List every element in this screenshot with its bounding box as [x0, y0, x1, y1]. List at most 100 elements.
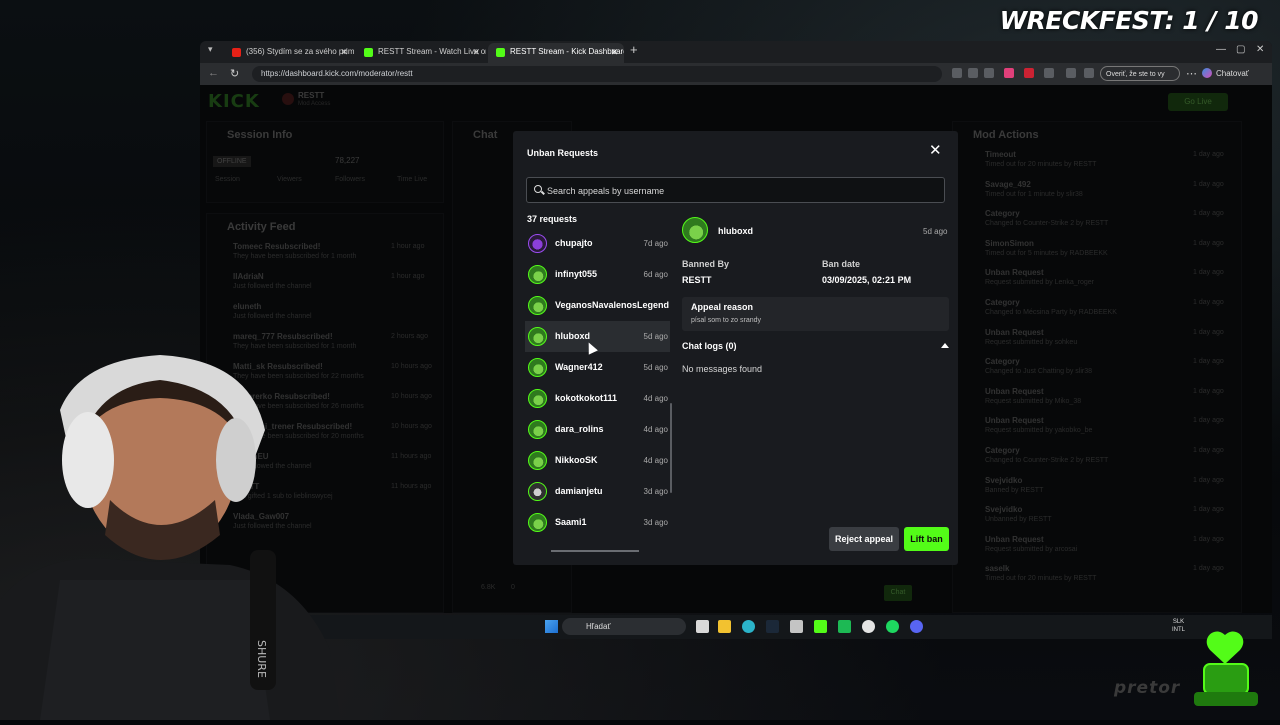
banned-by-value: RESTT	[682, 275, 712, 285]
request-username: NikkooSK	[555, 455, 598, 465]
request-username: kokotkokot111	[555, 393, 618, 403]
tab-kick-dashboard[interactable]: RESTT Stream - Kick Dashboard ✕	[488, 43, 624, 63]
detail-username: hluboxd	[718, 226, 753, 236]
profile-verify-button[interactable]: Overiť, že ste to vy	[1100, 66, 1180, 81]
reader-icon[interactable]	[968, 68, 978, 78]
user-avatar	[682, 217, 708, 243]
kick-icon	[364, 48, 373, 57]
file-explorer-icon[interactable]	[718, 620, 731, 633]
request-item[interactable]: chupajto 7d ago	[525, 228, 670, 259]
follower-mascot-icon	[1194, 631, 1258, 706]
game-counter-overlay: WRECKFEST: 1 / 10	[999, 6, 1259, 35]
ban-date-value: 03/09/2025, 02:21 PM	[822, 275, 912, 285]
back-icon[interactable]: ←	[208, 67, 219, 79]
request-item[interactable]: kokotkokot111 4d ago	[525, 383, 670, 414]
tab-label: RESTT Stream - Kick Dashboard	[510, 47, 624, 56]
request-count: 37 requests	[527, 214, 578, 224]
request-time: 4d ago	[643, 456, 668, 465]
watermark-logo: pretor	[1114, 678, 1181, 698]
request-item[interactable]: dara_rolins 4d ago	[525, 414, 670, 445]
lift-ban-button[interactable]: Lift ban	[904, 527, 949, 551]
search-box[interactable]	[526, 177, 945, 204]
spotify-icon[interactable]	[886, 620, 899, 633]
reload-icon[interactable]: ↻	[230, 67, 239, 80]
request-item[interactable]: Saami1 3d ago	[525, 507, 670, 538]
user-avatar	[528, 234, 547, 253]
chevron-up-icon[interactable]	[941, 343, 949, 348]
request-username: infinyt055	[555, 269, 598, 279]
request-time: 5d ago	[643, 332, 668, 341]
user-avatar	[528, 265, 547, 284]
copilot-chat-button[interactable]: Chatovať	[1202, 66, 1249, 81]
appeal-title: Appeal reason	[691, 302, 754, 312]
search-input[interactable]	[545, 178, 929, 204]
close-tab-icon[interactable]: ✕	[340, 43, 348, 61]
tab-youtube[interactable]: (356) Stydím se za svého primát... ✕	[224, 43, 354, 63]
kick-app-icon[interactable]	[814, 620, 827, 633]
close-tab-icon[interactable]: ✕	[610, 43, 618, 61]
close-tab-icon[interactable]: ✕	[472, 43, 480, 61]
translate-icon[interactable]	[952, 68, 962, 78]
list-scrollbar[interactable]	[670, 403, 672, 493]
user-avatar	[528, 296, 547, 315]
request-username: chupajto	[555, 238, 593, 248]
request-item[interactable]: damianjetu 3d ago	[525, 476, 670, 507]
app-icon[interactable]	[790, 620, 803, 633]
steam-icon[interactable]	[766, 620, 779, 633]
favorite-icon[interactable]	[984, 68, 994, 78]
request-time: 4d ago	[643, 425, 668, 434]
request-time: 3d ago	[643, 487, 668, 496]
refresh-extension-icon[interactable]	[1044, 68, 1054, 78]
tab-list-icon[interactable]: ▾	[208, 44, 213, 55]
chat-logs-header[interactable]: Chat logs (0)	[682, 341, 737, 351]
unban-requests-modal: Unban Requests ✕ 37 requests chupajto 7d…	[513, 131, 958, 565]
request-time: 4d ago	[643, 394, 668, 403]
url-field[interactable]: https://dashboard.kick.com/moderator/res…	[252, 66, 942, 82]
no-messages-text: No messages found	[682, 364, 763, 374]
extension-icon[interactable]	[1024, 68, 1034, 78]
new-tab-icon[interactable]: +	[630, 42, 638, 57]
windows-start-icon[interactable]	[545, 620, 558, 633]
maximize-icon[interactable]: ▢	[1236, 44, 1245, 55]
extension-icon[interactable]	[1004, 68, 1014, 78]
list-horizontal-scrollbar[interactable]	[551, 550, 639, 552]
taskbar-search[interactable]: Hľadať	[562, 618, 686, 635]
request-time: 7d ago	[643, 239, 668, 248]
request-username: Saami1	[555, 517, 587, 527]
user-avatar	[528, 327, 547, 346]
modal-title: Unban Requests	[527, 148, 599, 158]
appeal-reason-box: Appeal reason písal som to zo srandy	[682, 297, 949, 331]
task-view-icon[interactable]	[696, 620, 709, 633]
windows-taskbar: Hľadať SLK INTL	[200, 615, 1272, 639]
request-item[interactable]: infinyt055 6d ago	[525, 259, 670, 290]
banned-by-label: Banned By	[682, 259, 730, 269]
request-username: hluboxd	[555, 331, 590, 341]
close-window-icon[interactable]: ✕	[1256, 44, 1264, 55]
reject-appeal-button[interactable]: Reject appeal	[829, 527, 899, 551]
request-item[interactable]: Wagner412 5d ago	[525, 352, 670, 383]
request-username: damianjetu	[555, 486, 603, 496]
lang-code: SLK	[1172, 619, 1185, 625]
request-username: dara_rolins	[555, 424, 604, 434]
user-avatar	[528, 513, 547, 532]
more-icon[interactable]: ⋯	[1186, 67, 1197, 80]
close-icon[interactable]: ✕	[929, 143, 942, 159]
tab-kick-stream[interactable]: RESTT Stream - Watch Live on Kick ✕	[356, 43, 486, 63]
ban-date-label: Ban date	[822, 259, 861, 269]
tab-bar: ▾ (356) Stydím se za svého primát... ✕ R…	[200, 41, 1272, 63]
settings-icon[interactable]	[1066, 68, 1076, 78]
user-avatar	[528, 358, 547, 377]
edge-icon[interactable]	[742, 620, 755, 633]
request-item[interactable]: VeganosNavalenosLegend	[525, 290, 670, 321]
webcam-overlay: SHURE	[0, 350, 340, 720]
chrome-icon[interactable]	[862, 620, 875, 633]
collections-icon[interactable]	[1084, 68, 1094, 78]
request-time: 6d ago	[643, 270, 668, 279]
request-item[interactable]: hluboxd 5d ago	[525, 321, 670, 352]
streamer-figure: SHURE	[0, 355, 340, 720]
request-item[interactable]: NikkooSK 4d ago	[525, 445, 670, 476]
discord-icon[interactable]	[910, 620, 923, 633]
kick-dashboard-app-icon[interactable]	[838, 620, 851, 633]
minimize-icon[interactable]: —	[1216, 44, 1226, 55]
youtube-icon	[232, 48, 241, 57]
